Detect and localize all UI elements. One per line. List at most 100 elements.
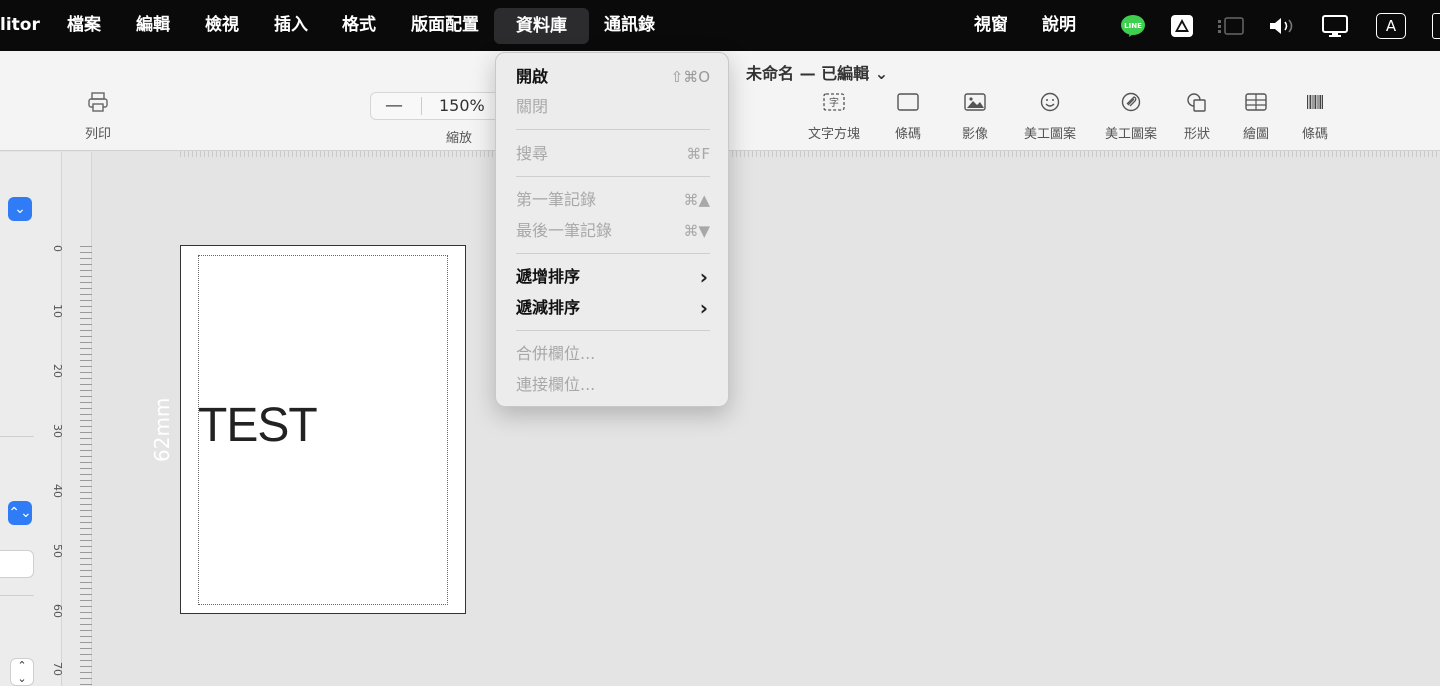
menu-view[interactable]: 檢視 [205,0,239,51]
ruler-ticks [80,246,92,686]
text-box-button[interactable]: 字 文字方塊 [802,91,866,142]
menu-database[interactable]: 資料庫 [494,8,589,44]
menu-item-connect-fields: 連接欄位... [516,371,710,399]
text-box-icon: 字 [802,91,866,117]
menu-separator [516,253,710,254]
menu-layout[interactable]: 版面配置 [411,0,479,51]
label-text-object[interactable]: TEST [198,398,318,453]
stepper-up-icon[interactable]: ⌃ [17,659,26,672]
menu-item-label: 第一筆記錄 [516,190,597,209]
menu-item-shortcut: ⌘▲ [683,191,710,209]
input-method-icon[interactable]: A [1376,13,1406,39]
vertical-ruler [62,152,92,686]
image-button[interactable]: 影像 [943,91,1007,142]
ruler-number: 70 [51,662,64,676]
sidebar-stepper[interactable]: ⌃ ⌄ [10,658,34,686]
dimension-label: 62mm [150,397,174,462]
menu-window[interactable]: 視窗 [974,0,1008,51]
ruler-number: 20 [51,364,64,378]
image-label: 影像 [961,127,988,142]
menu-item-label: 最後一筆記錄 [516,221,613,240]
print-button[interactable]: 列印 [66,91,130,142]
menu-format[interactable]: 格式 [342,0,376,51]
menu-item-shortcut: ⌘F [686,145,710,163]
popup-button-1[interactable]: ⌄ [8,197,32,221]
menu-item-label: 遞減排序 [516,298,581,317]
menu-bar: litor 檔案 編輯 檢視 插入 格式 版面配置 資料庫 通訊錄 視窗 說明 … [0,0,1440,51]
document-title-text: 未命名 — 已編輯 [746,64,870,83]
clip-art-button-2[interactable]: 美工圖案 [1099,91,1163,142]
menu-item-first-record: 第一筆記錄 ⌘▲ [516,186,710,214]
printer-icon [66,91,130,117]
clip-art-label-2: 美工圖案 [1104,127,1157,142]
chevron-right-icon: › [699,265,708,289]
sidebar-divider-2 [0,595,34,596]
sidebar-divider-1 [0,436,34,437]
barcode-rect-icon [876,91,940,117]
ruler-number: 10 [51,304,64,318]
menu-separator [516,129,710,130]
battery-icon[interactable] [1432,13,1440,39]
menu-item-search: 搜尋 ⌘F [516,140,710,168]
stage-manager-icon[interactable] [1217,13,1245,39]
stepper-down-icon[interactable]: ⌄ [17,672,26,685]
menu-item-label: 遞增排序 [516,267,581,286]
zoom-label: 縮放 [446,131,473,146]
menu-edit[interactable]: 編輯 [136,0,170,51]
menu-item-sort-ascending[interactable]: 遞增排序 › [516,263,710,291]
menu-item-shortcut: ⌘▼ [683,222,710,240]
table-label: 繪圖 [1242,127,1269,142]
popup-button-2[interactable]: ⌃⌄ [8,501,32,525]
shape-label: 形狀 [1183,127,1210,142]
barcode-button[interactable]: 條碼 [1283,91,1347,142]
menu-item-shortcut: ⇧⌘O [670,68,710,86]
menu-file[interactable]: 檔案 [67,0,101,51]
text-box-label: 文字方塊 [807,127,860,142]
menu-item-sort-descending[interactable]: 遞減排序 › [516,294,710,322]
ruler-number: 60 [51,604,64,618]
menu-item-merge-fields: 合併欄位... [516,340,710,368]
zoom-value[interactable]: 150% [439,96,485,115]
menu-item-label: 連接欄位... [516,375,596,394]
sidebar-text-field[interactable] [0,550,34,578]
chevron-right-icon: › [699,296,708,320]
svg-text:LINE: LINE [1124,22,1142,30]
app-menu[interactable]: litor [0,0,40,51]
shape-icon [1165,91,1229,117]
menu-item-label: 開啟 [516,67,549,86]
table-button[interactable]: 繪圖 [1224,91,1288,142]
clip-art-icon [1099,91,1163,117]
menu-help[interactable]: 說明 [1042,0,1076,51]
menu-insert[interactable]: 插入 [274,0,308,51]
clip-art-label-1: 美工圖案 [1023,127,1076,142]
barcode-rect-button[interactable]: 條碼 [876,91,940,142]
menu-item-label: 關閉 [516,97,549,116]
image-icon [943,91,1007,117]
menu-item-close: 關閉 [516,93,710,121]
barcode-icon [1283,91,1347,117]
menu-item-label: 合併欄位... [516,344,596,363]
volume-icon[interactable] [1268,13,1298,39]
menu-contacts[interactable]: 通訊錄 [604,0,655,51]
zoom-control: — 150% [370,92,500,120]
barcode-rect-label: 條碼 [894,127,921,142]
drive-icon[interactable] [1170,13,1194,39]
ruler-number: 0 [51,245,64,252]
shape-button[interactable]: 形狀 [1165,91,1229,142]
horizontal-ruler [180,151,1440,157]
menu-item-open[interactable]: 開啟 ⇧⌘O [516,63,710,91]
print-label: 列印 [84,127,111,142]
database-menu: 開啟 ⇧⌘O 關閉 搜尋 ⌘F 第一筆記錄 ⌘▲ 最後一筆記錄 ⌘▼ 遞增排序 … [495,52,729,407]
zoom-out-button[interactable]: — [385,95,403,116]
menu-separator [516,330,710,331]
display-icon[interactable] [1321,13,1349,39]
clip-art-button-1[interactable]: 美工圖案 [1018,91,1082,142]
barcode-label: 條碼 [1301,127,1328,142]
menu-item-last-record: 最後一筆記錄 ⌘▼ [516,217,710,245]
text-box-glyph: 字 [829,96,839,109]
table-icon [1224,91,1288,117]
document-title[interactable]: 未命名 — 已編輯 ⌄ [746,60,888,84]
chevron-down-icon: ⌄ [874,64,889,83]
ruler-number: 30 [51,424,64,438]
line-icon[interactable]: LINE [1120,13,1146,39]
